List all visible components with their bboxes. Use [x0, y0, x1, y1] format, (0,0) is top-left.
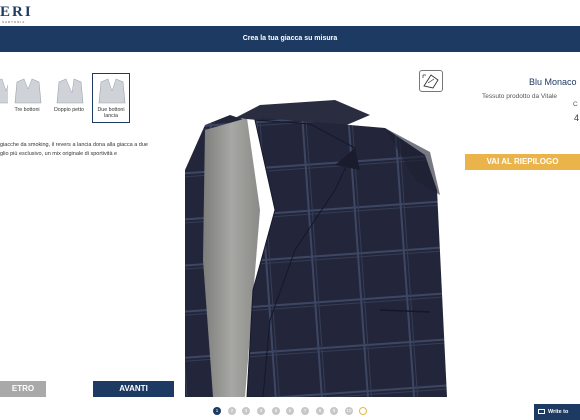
- next-button[interactable]: AVANTI: [93, 381, 174, 397]
- pager-dot-extra[interactable]: [359, 407, 367, 415]
- pager-dot[interactable]: 10: [345, 407, 353, 415]
- configurator-banner: Crea la tua giacca su misura: [0, 26, 580, 52]
- fabric-name: Blu Monaco: [529, 77, 577, 87]
- style-option-label: Due bottoni lancia: [97, 107, 125, 119]
- mail-icon: [538, 409, 545, 414]
- chat-widget-label: Write to: [548, 409, 569, 415]
- brand-tagline: SARTORIA: [2, 20, 26, 24]
- style-option-card-selected[interactable]: Due bottoni lancia: [92, 73, 130, 123]
- pager-dot[interactable]: 4: [257, 407, 265, 415]
- fabric-zoom-icon: [422, 74, 439, 89]
- fabric-view-button[interactable]: [419, 70, 443, 92]
- pager-dot[interactable]: 8: [316, 407, 324, 415]
- brand-logo[interactable]: ERI: [0, 4, 33, 21]
- pager-dot[interactable]: 5: [272, 407, 280, 415]
- pager-dot[interactable]: 7: [301, 407, 309, 415]
- site-header: ERI SARTORIA: [0, 0, 580, 26]
- jacket-image: [185, 100, 447, 397]
- style-description: giacche da smoking, il revers a lancia d…: [0, 141, 180, 159]
- pager-dot[interactable]: 9: [330, 407, 338, 415]
- jacket-thumbnail-icon: [98, 78, 126, 104]
- style-option-card[interactable]: Tre bottoni: [8, 73, 46, 123]
- fabric-code: C: [573, 101, 578, 108]
- product-price: 4: [574, 113, 580, 123]
- back-button[interactable]: ETRO: [0, 381, 46, 397]
- jacket-preview: [185, 60, 450, 397]
- description-line: glio più esclusivo, un mix originale di …: [0, 151, 118, 157]
- pager-dot[interactable]: 6: [286, 407, 294, 415]
- summary-button[interactable]: VAI AL RIEPILOGO: [465, 154, 580, 170]
- jacket-thumbnail-icon: [14, 78, 42, 104]
- fabric-maker: Tessuto prodotto da Vitale: [482, 93, 558, 100]
- style-option-label: Tre bottoni: [14, 107, 40, 113]
- style-option-label: Doppio petto: [53, 107, 85, 113]
- pager-dot[interactable]: 2: [228, 407, 236, 415]
- pager-dot[interactable]: 3: [242, 407, 250, 415]
- chat-widget-button[interactable]: Write to: [534, 404, 580, 420]
- style-option-card[interactable]: Doppio petto: [50, 73, 88, 123]
- jacket-thumbnail-icon: [56, 78, 84, 104]
- description-line: giacche da smoking, il revers a lancia d…: [0, 142, 148, 148]
- pager-dot[interactable]: 1: [213, 407, 221, 415]
